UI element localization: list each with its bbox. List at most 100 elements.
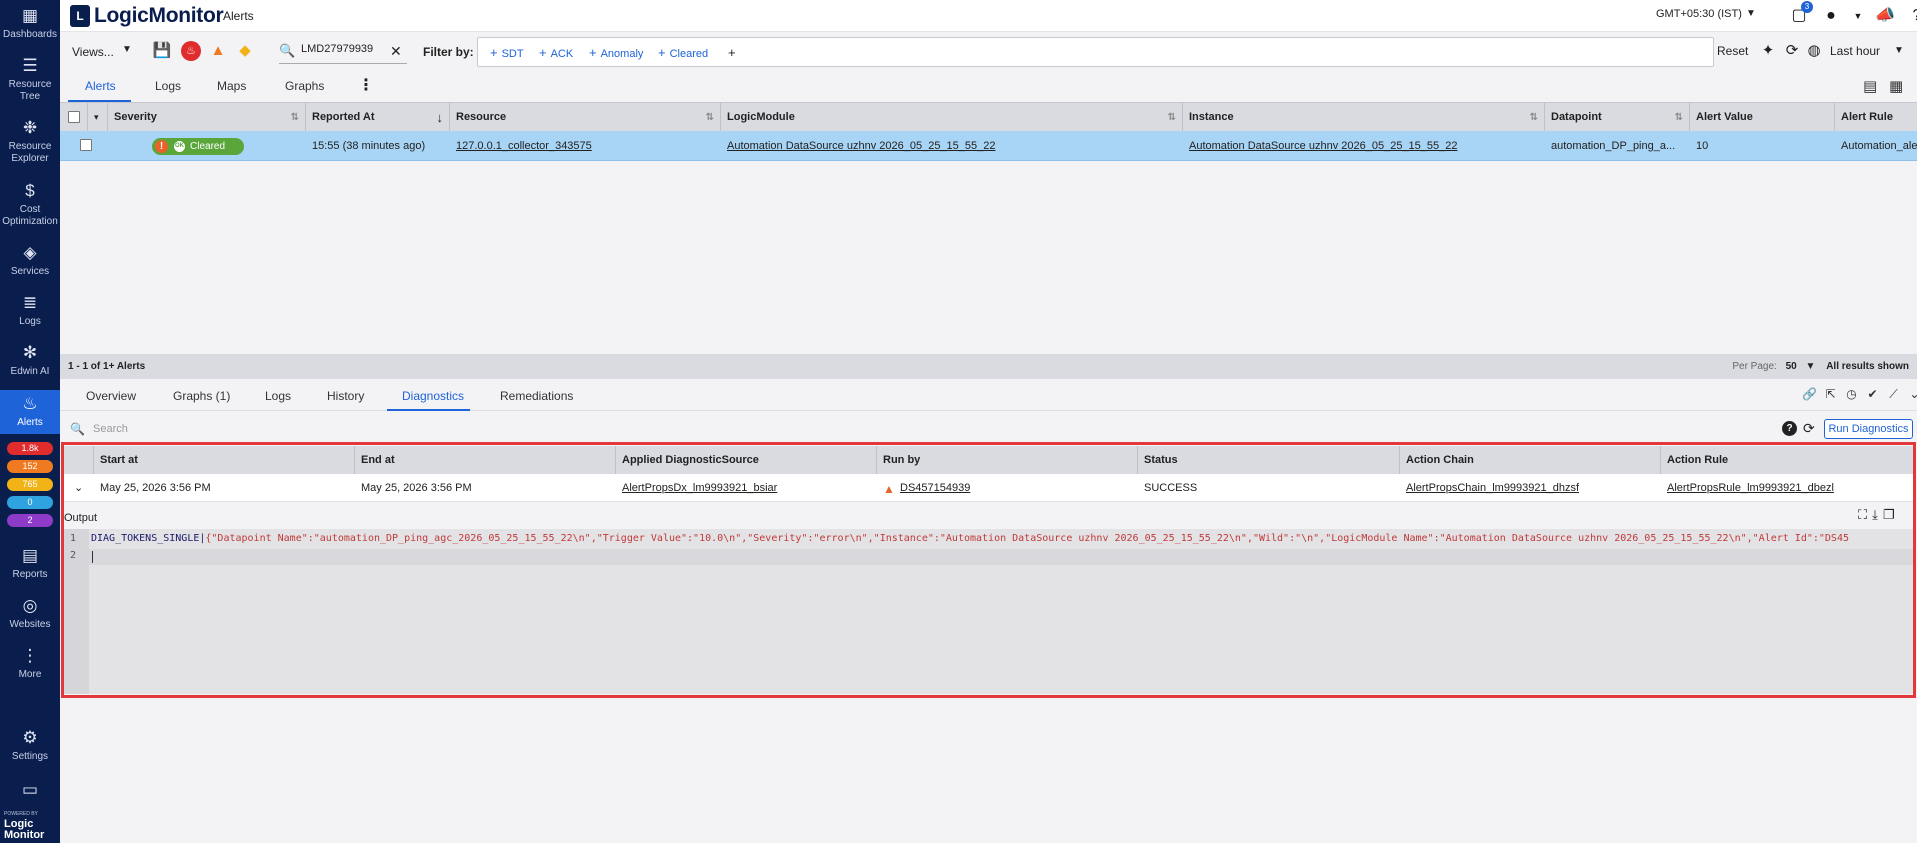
brand-logo[interactable]: L LogicMonitor: [70, 2, 224, 30]
cost-optimization-icon: $: [25, 181, 35, 200]
critical-filter-icon[interactable]: ♨: [181, 41, 201, 61]
views-dropdown[interactable]: Views...: [72, 45, 114, 59]
sort-icon[interactable]: ⇅: [706, 103, 714, 132]
sidebar-item-websites[interactable]: ◎ Websites: [0, 596, 60, 631]
clipboard-icon[interactable]: ▤: [1863, 77, 1877, 95]
per-page-select[interactable]: 50: [1786, 361, 1797, 372]
ai-sparkle-icon[interactable]: ✦: [1758, 41, 1778, 61]
select-all-checkbox[interactable]: [68, 111, 80, 123]
user-avatar-icon[interactable]: ●: [1820, 5, 1842, 27]
critical-count-badge[interactable]: 1.8k: [7, 442, 53, 455]
col-severity[interactable]: Severity ⇅: [108, 103, 306, 132]
search-input[interactable]: [301, 43, 381, 55]
sidebar-item-edwin-ai[interactable]: ✻ Edwin AI: [0, 343, 60, 378]
logicmodule-link[interactable]: Automation DataSource uzhnv 2026_05_25_1…: [721, 131, 1183, 161]
instance-link[interactable]: Automation DataSource uzhnv 2026_05_25_1…: [1183, 131, 1545, 161]
sort-icon[interactable]: ⇅: [291, 103, 299, 132]
open-external-icon[interactable]: ⇱: [1823, 387, 1838, 402]
logicmonitor-logo-icon: L: [70, 5, 90, 27]
warning-count-badge[interactable]: 765: [7, 478, 53, 491]
timezone-globe-icon[interactable]: ◍: [1804, 41, 1824, 61]
tab-history[interactable]: History: [327, 389, 364, 403]
timezone-selector[interactable]: GMT+05:30 (IST): [1656, 8, 1742, 20]
sidebar-item-resource-explorer[interactable]: ❉ Resource Explorer: [0, 118, 60, 165]
sort-icon[interactable]: ⇅: [1675, 103, 1683, 132]
tab-alerts[interactable]: Alerts: [85, 79, 116, 93]
filter-bar[interactable]: + SDT + ACK + Anomaly + Cleared +: [477, 37, 1714, 67]
tab-logs[interactable]: Logs: [155, 79, 181, 93]
refresh-icon[interactable]: ⟳: [1803, 420, 1815, 437]
expand-all-icon[interactable]: ▾: [88, 103, 108, 132]
sidebar-item-alerts[interactable]: ♨ Alerts: [0, 390, 60, 434]
col-alert-rule[interactable]: Alert Rule: [1835, 103, 1917, 132]
messages-icon[interactable]: ▢ 3: [1788, 1, 1813, 27]
settings-icon: ⚙: [22, 728, 38, 747]
filter-chip-ack[interactable]: + ACK: [539, 45, 573, 60]
resource-link[interactable]: 127.0.0.1_collector_343575: [450, 131, 721, 161]
filter-label: Filter by:: [423, 45, 474, 59]
reset-button[interactable]: Reset: [1717, 44, 1748, 58]
save-icon[interactable]: 💾: [152, 41, 172, 61]
search-input[interactable]: Search: [93, 423, 128, 435]
sidebar-item-reports[interactable]: ▤ Reports: [0, 546, 60, 581]
datapoint-cell: automation_DP_ping_a...: [1551, 140, 1676, 152]
help-icon[interactable]: ?: [1782, 421, 1797, 436]
close-icon[interactable]: ✕: [390, 43, 402, 60]
sidebar-item-logs[interactable]: ≣ Logs: [0, 293, 60, 328]
time-range-selector[interactable]: Last hour: [1830, 44, 1880, 58]
announcements-icon[interactable]: 📣: [1874, 5, 1896, 27]
col-alert-value[interactable]: Alert Value: [1690, 103, 1835, 132]
col-resource[interactable]: Resource ⇅: [450, 103, 721, 132]
chevron-down-icon[interactable]: ▼: [1889, 41, 1909, 61]
status-badge: ! OK Cleared: [152, 138, 244, 155]
chevron-down-icon[interactable]: ▼: [1806, 361, 1816, 372]
sort-desc-icon[interactable]: ↓: [437, 103, 444, 132]
tab-diagnostics[interactable]: Diagnostics: [402, 389, 464, 403]
chevron-down-icon[interactable]: ⌄: [1907, 387, 1917, 402]
col-reported-at[interactable]: Reported At ↓: [306, 103, 450, 132]
error-filter-icon[interactable]: ▲: [208, 41, 228, 61]
acknowledge-icon[interactable]: ✔: [1865, 387, 1880, 402]
grid-view-icon[interactable]: ▦: [1889, 77, 1903, 95]
error-count-badge[interactable]: 152: [7, 460, 53, 473]
refresh-icon[interactable]: ⟳: [1782, 41, 1802, 61]
sidebar-item-cost-optimization[interactable]: $ Cost Optimization: [0, 181, 60, 228]
status-badge-label: Cleared: [190, 141, 226, 152]
tab-remediations[interactable]: Remediations: [500, 389, 573, 403]
tab-logs[interactable]: Logs: [265, 389, 291, 403]
chevron-down-icon[interactable]: ▼: [1852, 5, 1864, 27]
warning-filter-icon[interactable]: ◆: [235, 41, 255, 61]
chevron-down-icon[interactable]: ▼: [1746, 8, 1756, 19]
run-diagnostics-button[interactable]: Run Diagnostics: [1824, 419, 1913, 439]
col-instance[interactable]: Instance ⇅: [1183, 103, 1545, 132]
col-datapoint[interactable]: Datapoint ⇅: [1545, 103, 1690, 132]
filter-chip-anomaly[interactable]: + Anomaly: [589, 45, 643, 60]
filter-chip-sdt[interactable]: + SDT: [490, 45, 524, 60]
other-count-badge[interactable]: 2: [7, 514, 53, 527]
sidebar-item-settings[interactable]: ⚙ Settings: [0, 728, 60, 763]
info-count-badge[interactable]: 0: [7, 496, 53, 509]
filter-chip-cleared[interactable]: + Cleared: [658, 45, 708, 60]
table-row[interactable]: ! OK Cleared 15:55 (38 minutes ago) 127.…: [60, 131, 1917, 161]
row-checkbox[interactable]: [80, 139, 92, 151]
link-icon[interactable]: 🔗: [1802, 387, 1817, 402]
sidebar-item-more[interactable]: ⋮ More: [0, 646, 60, 681]
sort-icon[interactable]: ⇅: [1530, 103, 1538, 132]
tab-graphs[interactable]: Graphs: [285, 79, 324, 93]
add-filter-icon[interactable]: +: [728, 45, 740, 60]
chevron-down-icon[interactable]: ▼: [122, 44, 132, 55]
sidebar-item-services[interactable]: ◈ Services: [0, 243, 60, 278]
sort-icon[interactable]: ⇅: [1168, 103, 1176, 132]
more-options-icon[interactable]: ⋮: [358, 75, 374, 95]
col-logicmodule[interactable]: LogicModule ⇅: [721, 103, 1183, 132]
tab-graphs[interactable]: Graphs (1): [173, 389, 230, 403]
schedule-icon[interactable]: ◷: [1844, 387, 1859, 402]
sidebar-item-resource-tree[interactable]: ☰ Resource Tree: [0, 56, 60, 103]
reported-at-cell: 15:55 (38 minutes ago): [312, 140, 426, 152]
tab-overview[interactable]: Overview: [86, 389, 136, 403]
sidebar-item-monitor[interactable]: ▭: [0, 780, 60, 803]
sidebar-item-dashboards[interactable]: ▦ Dashboards: [0, 6, 60, 41]
help-icon[interactable]: ?: [1906, 5, 1917, 27]
chart-icon[interactable]: ⟋: [1886, 387, 1901, 402]
tab-maps[interactable]: Maps: [217, 79, 246, 93]
